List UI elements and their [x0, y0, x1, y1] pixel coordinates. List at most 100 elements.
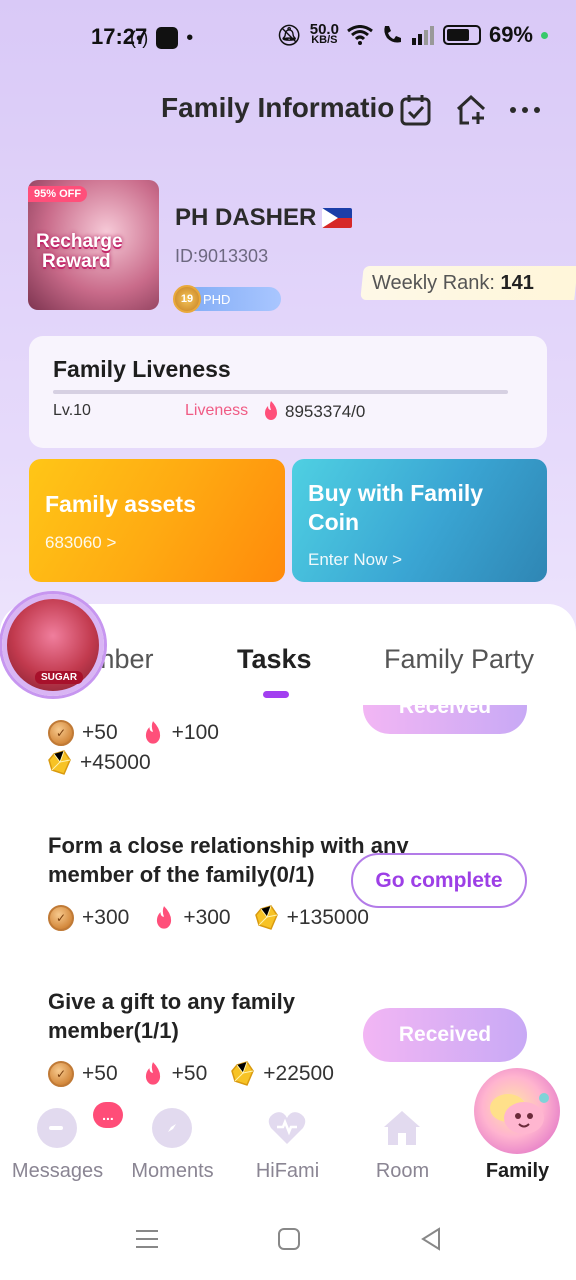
task-list: Received ✓ +50 +100 +45000 Form a close … [0, 705, 576, 1105]
reward-gem-value: +22500 [263, 1062, 334, 1085]
flame-icon [157, 906, 172, 929]
recharge-reward-banner[interactable]: 95% OFF Recharge Reward [28, 180, 159, 310]
reward-gem: +22500 [231, 1061, 334, 1087]
mute-icon: 🔕︎ [276, 24, 302, 47]
gold-gem-icon [254, 905, 278, 930]
coin-icon: ✓ [48, 720, 74, 746]
flame-icon [145, 1062, 160, 1085]
bottom-nav: ... Messages Moments HiFami Room Family [0, 1068, 576, 1198]
call-icon [384, 26, 401, 43]
status-left-icons: (•) • [130, 24, 193, 52]
compass-icon [152, 1108, 192, 1148]
weekly-rank-value: 141 [500, 271, 534, 294]
nav-moments[interactable]: Moments [115, 1098, 230, 1198]
reward-liveness: +100 [142, 720, 219, 746]
family-level-badge: 19 PHD [173, 285, 281, 313]
family-id: ID:9013303 [175, 246, 269, 266]
system-nav-bar [0, 1210, 576, 1270]
go-complete-button[interactable]: Go complete [351, 853, 527, 908]
philippines-flag-icon [322, 208, 353, 228]
nav-room[interactable]: Room [345, 1098, 460, 1198]
reward-coin-value: +50 [82, 721, 118, 744]
flame-icon [145, 721, 160, 744]
nav-label: Family [485, 1160, 550, 1182]
reward-coin: ✓ +50 [48, 720, 118, 746]
reward-gem: +135000 [254, 905, 369, 931]
task-title: Give a gift to any family member(1/1) [48, 989, 295, 1043]
wifi-icon [347, 25, 373, 45]
received-button[interactable]: Received [363, 705, 527, 734]
banner-text: Recharge Reward [36, 232, 123, 272]
nav-label: Moments [131, 1160, 214, 1182]
avatar-tag: SUGAR [35, 671, 84, 684]
reward-coin-value: +50 [82, 1062, 118, 1085]
signal-icon [411, 26, 434, 45]
net-speed-unit: KB/S [311, 34, 338, 46]
battery-icon [442, 25, 481, 45]
house-icon [382, 1108, 422, 1148]
liveness-value: 8953374/0 [285, 402, 366, 421]
banner-line-1: Recharge [36, 231, 123, 252]
reward-coin-value: +300 [82, 906, 130, 929]
gold-gem-icon [48, 750, 71, 775]
status-right-icons: 🔕︎ 50.0 KB/S 69% [276, 22, 548, 48]
status-bar: 17:27 (•) • 🔕︎ 50.0 KB/S 69% [0, 0, 576, 74]
reward-coin: ✓ +50 [48, 1061, 118, 1087]
coin-icon: ✓ [48, 1061, 74, 1087]
task-rewards-2: +45000 [48, 750, 175, 776]
level-tag: PHD [203, 291, 231, 307]
message-icon: ... [37, 1102, 123, 1148]
liveness-progress-bar [53, 390, 508, 394]
home-add-icon[interactable] [453, 92, 489, 128]
discount-label: 95% OFF [28, 186, 88, 202]
calendar-check-icon[interactable] [398, 92, 434, 128]
tab-tasks[interactable]: Tasks [237, 644, 312, 675]
net-speed: 50.0 KB/S [310, 22, 339, 46]
back-icon[interactable] [418, 1226, 444, 1252]
liveness-level: Lv.10 [53, 402, 91, 419]
flame-icon [265, 401, 277, 420]
liveness-label: Liveness [185, 402, 249, 419]
privacy-dot [541, 31, 548, 39]
tab-family-party[interactable]: Family Party [384, 644, 534, 675]
dot-icon: • [186, 26, 194, 49]
task-rewards: ✓ +50 +50 +22500 [48, 1061, 358, 1087]
reward-gem-value: +45000 [80, 751, 151, 774]
reward-coin: ✓ +300 [48, 905, 129, 931]
family-assets-card[interactable]: Family assets 683060 > [29, 459, 285, 582]
nav-hifami[interactable]: HiFami [230, 1098, 345, 1198]
weekly-rank[interactable]: Weekly Rank: 141 [360, 266, 576, 300]
family-liveness-card[interactable]: Family Liveness Lv.10 Liveness 8953374/0 [29, 336, 547, 448]
tab-indicator [263, 691, 289, 698]
reward-liveness-value: +50 [171, 1062, 208, 1085]
task-rewards: ✓ +50 +100 [48, 720, 243, 746]
nav-label: Room [375, 1160, 430, 1182]
family-name: PH DASHER [175, 204, 353, 232]
reward-gem: +45000 [48, 750, 151, 776]
level-medal-icon: 19 [173, 285, 201, 313]
nav-label: HiFami [255, 1160, 320, 1182]
gold-gem-icon [231, 1061, 255, 1086]
buy-with-family-coin-card[interactable]: Buy with Family Coin Enter Now > [292, 459, 547, 582]
reward-liveness-value: +300 [183, 906, 231, 929]
heart-pulse-icon [267, 1108, 307, 1148]
nav-messages[interactable]: ... Messages [0, 1098, 123, 1198]
family-name-text: PH DASHER [175, 204, 317, 231]
home-square-icon[interactable] [276, 1226, 302, 1252]
nav-label: Messages [11, 1160, 104, 1182]
buy-coin-title: Buy with Family Coin [308, 480, 484, 535]
reward-liveness: +50 [142, 1061, 208, 1087]
more-icon[interactable] [507, 92, 543, 128]
menu-icon[interactable] [134, 1226, 160, 1252]
family-assets-title: Family assets [45, 491, 196, 517]
received-button[interactable]: Received [363, 1008, 527, 1062]
family-mascot-icon[interactable] [474, 1068, 560, 1154]
page-title: Family Informatio [161, 92, 395, 123]
family-assets-value: 683060 > [45, 533, 117, 552]
notification-icon: (•) [130, 27, 149, 48]
reward-gem-value: +135000 [286, 906, 369, 929]
coin-icon: ✓ [48, 905, 74, 931]
task-rewards: ✓ +300 +300 +135000 [48, 905, 393, 931]
enter-now-link[interactable]: Enter Now > [308, 550, 402, 570]
floating-avatar[interactable]: SUGAR [2, 594, 104, 696]
